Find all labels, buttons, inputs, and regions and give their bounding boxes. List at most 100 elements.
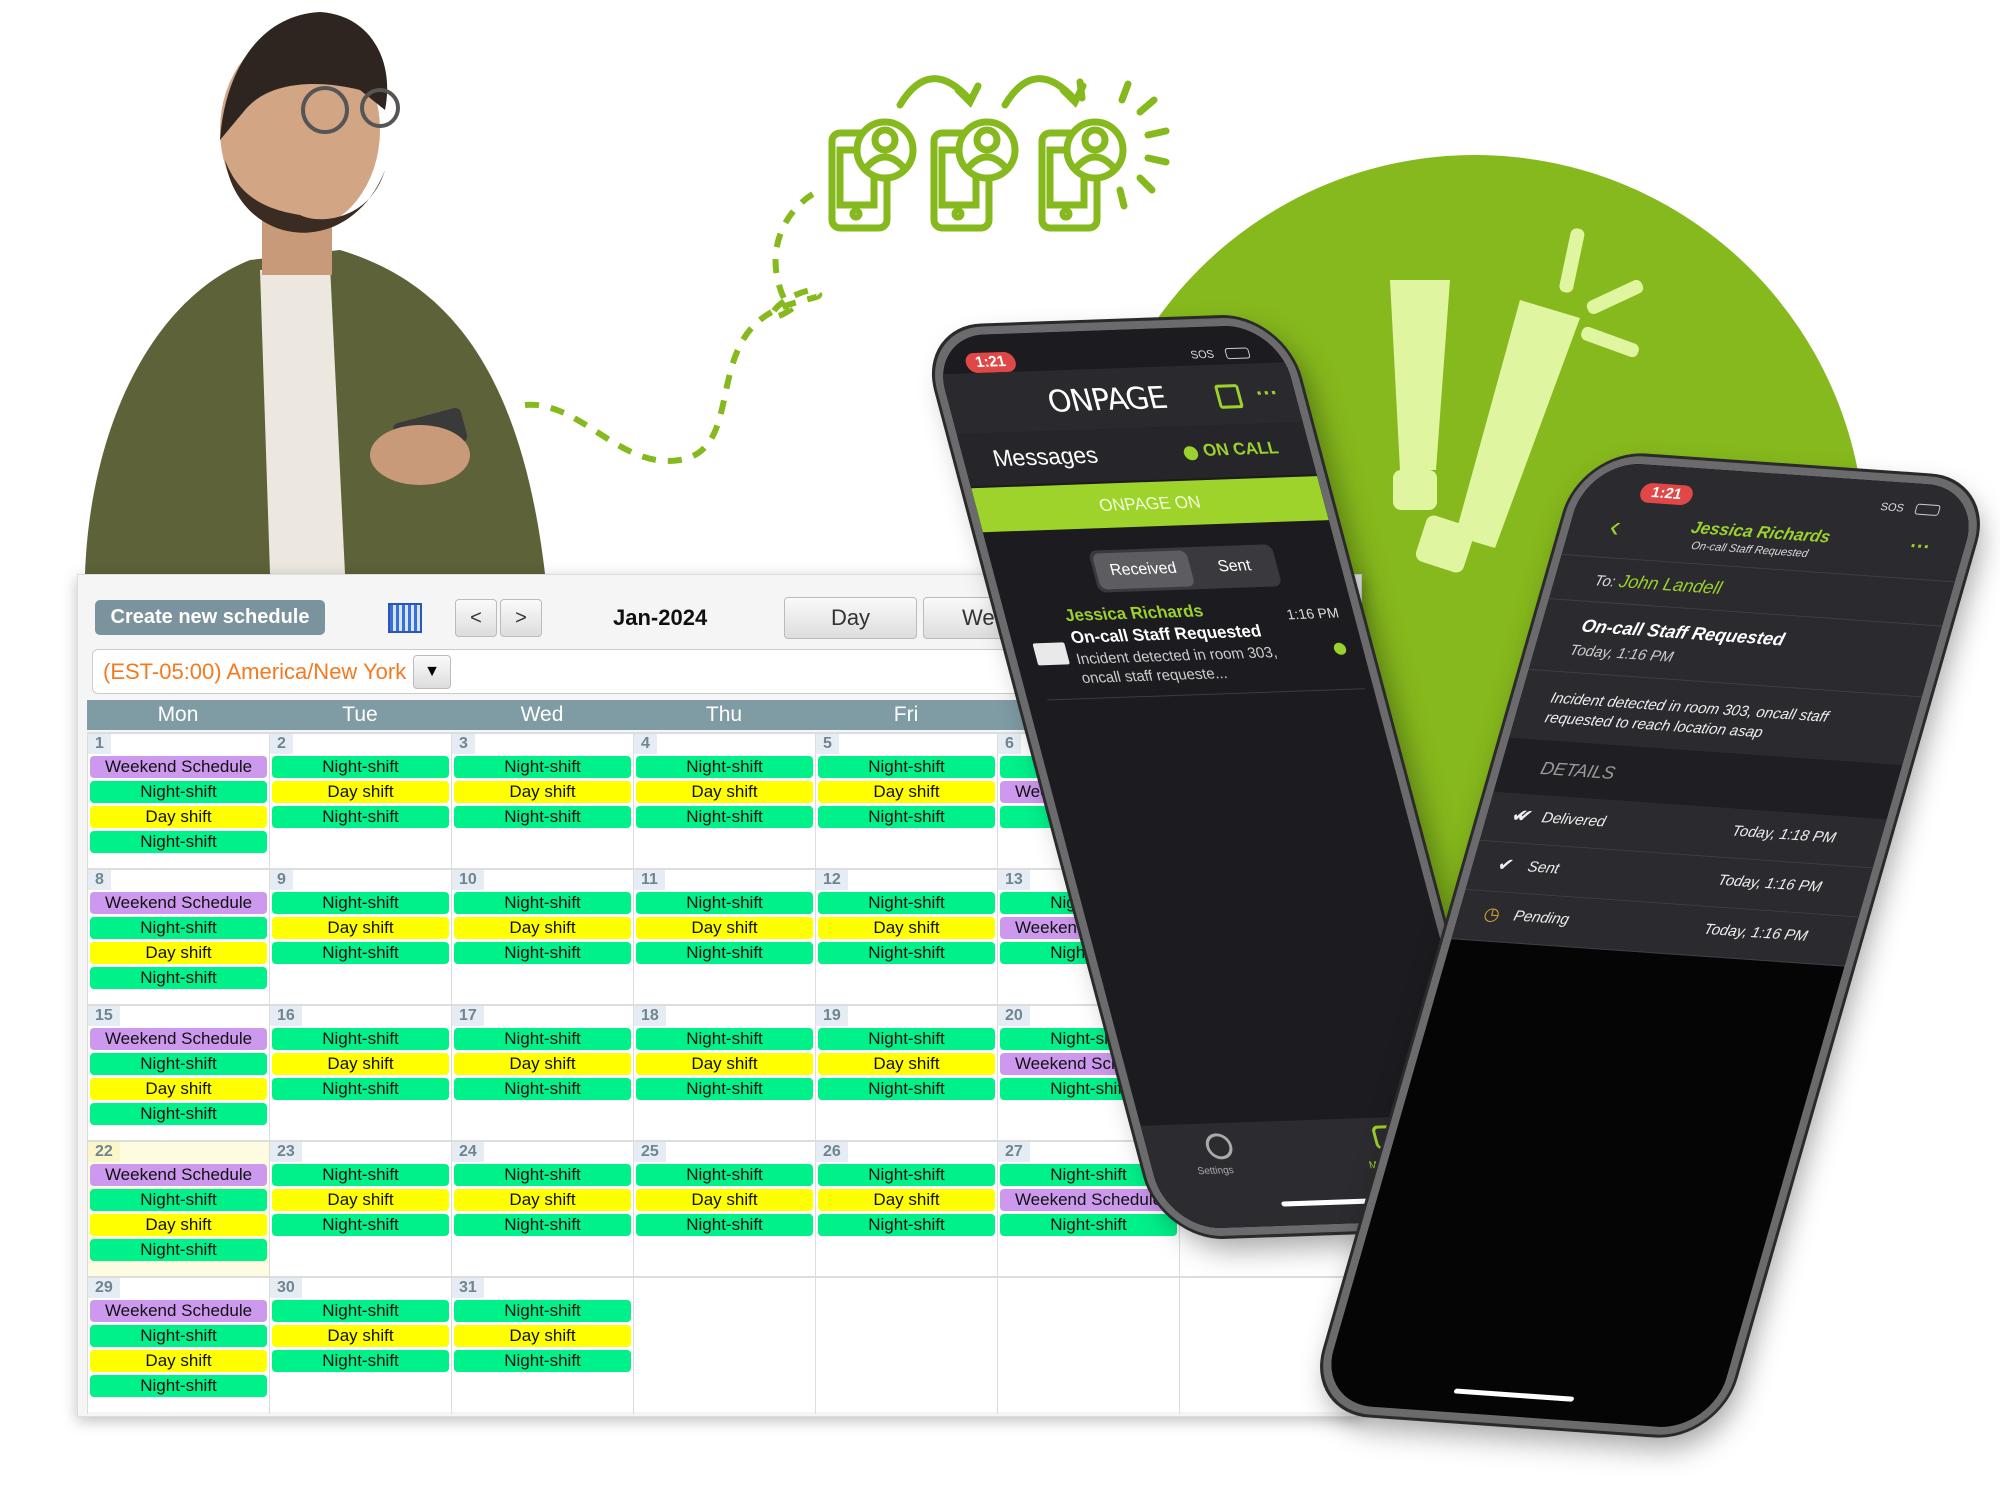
create-new-schedule-button[interactable]: Create new schedule — [95, 600, 325, 635]
night-shift-event[interactable]: Night-shift — [818, 942, 995, 964]
calendar-day-cell[interactable]: 17 Night-shift Day shift Night-shift — [451, 1006, 633, 1142]
night-shift-event[interactable]: Night-shift — [272, 942, 449, 964]
tab-sent[interactable]: Sent — [1193, 547, 1277, 586]
night-shift-event[interactable]: Night-shift — [272, 756, 449, 778]
night-shift-event[interactable]: Night-shift — [636, 1028, 813, 1050]
night-shift-event[interactable]: Night-shift — [272, 1214, 449, 1236]
night-shift-event[interactable]: Night-shift — [90, 1375, 267, 1397]
night-shift-event[interactable]: Night-shift — [818, 1164, 995, 1186]
night-shift-event[interactable]: Night-shift — [636, 942, 813, 964]
calendar-day-cell[interactable]: 23 Night-shift Day shift Night-shift — [269, 1142, 451, 1278]
day-shift-event[interactable]: Day shift — [272, 781, 449, 803]
day-shift-event[interactable]: Day shift — [818, 917, 995, 939]
calendar-day-cell[interactable]: 9 Night-shift Day shift Night-shift — [269, 870, 451, 1006]
night-shift-event[interactable]: Night-shift — [90, 831, 267, 853]
calendar-day-cell[interactable]: 15 Weekend Schedule Night-shift Day shift Ni… — [87, 1006, 269, 1142]
day-shift-event[interactable]: Day shift — [818, 1053, 995, 1075]
day-shift-event[interactable]: Day shift — [636, 917, 813, 939]
calendar-day-cell[interactable]: 19 Night-shift Day shift Night-shift — [815, 1006, 997, 1142]
night-shift-event[interactable]: Night-shift — [636, 892, 813, 914]
day-shift-event[interactable]: Day shift — [90, 1078, 267, 1100]
night-shift-event[interactable]: Night-shift — [90, 781, 267, 803]
night-shift-event[interactable]: Night-shift — [272, 892, 449, 914]
night-shift-event[interactable]: Night-shift — [454, 942, 631, 964]
night-shift-event[interactable]: Night-shift — [454, 1300, 631, 1322]
day-shift-event[interactable]: Day shift — [454, 1053, 631, 1075]
calendar-day-cell[interactable]: 24 Night-shift Day shift Night-shift — [451, 1142, 633, 1278]
night-shift-event[interactable]: Night-shift — [454, 892, 631, 914]
calendar-day-cell[interactable]: 5 Night-shift Day shift Night-shift — [815, 734, 997, 870]
night-shift-event[interactable]: Night-shift — [454, 756, 631, 778]
night-shift-event[interactable]: Night-shift — [272, 1028, 449, 1050]
next-month-button[interactable]: > — [500, 599, 542, 637]
day-shift-event[interactable]: Day shift — [272, 1053, 449, 1075]
night-shift-event[interactable]: Night-shift — [818, 892, 995, 914]
calendar-day-cell[interactable]: 22 Weekend Schedule Night-shift Day shift Ni… — [87, 1142, 269, 1278]
night-shift-event[interactable]: Night-shift — [272, 1164, 449, 1186]
night-shift-event[interactable]: Night-shift — [454, 1164, 631, 1186]
calendar-day-cell[interactable]: 10 Night-shift Day shift Night-shift — [451, 870, 633, 1006]
night-shift-event[interactable]: Night-shift — [90, 917, 267, 939]
night-shift-event[interactable]: Night-shift — [90, 1239, 267, 1261]
dropdown-arrow-icon[interactable]: ▼ — [413, 655, 451, 689]
calendar-day-cell[interactable]: 25 Night-shift Day shift Night-shift — [633, 1142, 815, 1278]
calendar-day-cell[interactable]: 12 Night-shift Day shift Night-shift — [815, 870, 997, 1006]
view-day-button[interactable]: Day — [784, 597, 917, 639]
day-shift-event[interactable]: Day shift — [90, 942, 267, 964]
day-shift-event[interactable]: Day shift — [818, 1189, 995, 1211]
calendar-day-cell[interactable]: 4 Night-shift Day shift Night-shift — [633, 734, 815, 870]
night-shift-event[interactable]: Night-shift — [818, 1214, 995, 1236]
night-shift-event[interactable]: Night-shift — [636, 1164, 813, 1186]
day-shift-event[interactable]: Day shift — [818, 781, 995, 803]
calendar-day-cell[interactable]: 29 Weekend Schedule Night-shift Day shift Ni… — [87, 1278, 269, 1414]
calendar-day-cell[interactable] — [633, 1278, 815, 1414]
night-shift-event[interactable]: Night-shift — [272, 806, 449, 828]
calendar-day-cell[interactable] — [815, 1278, 997, 1414]
calendar-picker-icon[interactable] — [388, 603, 422, 633]
night-shift-event[interactable]: Night-shift — [272, 1300, 449, 1322]
night-shift-event[interactable]: Night-shift — [90, 967, 267, 989]
night-shift-event[interactable]: Night-shift — [90, 1053, 267, 1075]
weekend-schedule-event[interactable]: Weekend Schedule — [90, 1028, 267, 1050]
day-shift-event[interactable]: Day shift — [454, 917, 631, 939]
night-shift-event[interactable]: Night-shift — [454, 1214, 631, 1236]
day-shift-event[interactable]: Day shift — [454, 781, 631, 803]
day-shift-event[interactable]: Day shift — [636, 1053, 813, 1075]
night-shift-event[interactable]: Night-shift — [818, 1028, 995, 1050]
weekend-schedule-event[interactable]: Weekend Schedule — [90, 1300, 267, 1322]
calendar-day-cell[interactable]: 3 Night-shift Day shift Night-shift — [451, 734, 633, 870]
day-shift-event[interactable]: Day shift — [272, 1189, 449, 1211]
night-shift-event[interactable]: Night-shift — [636, 756, 813, 778]
night-shift-event[interactable]: Night-shift — [1000, 1214, 1177, 1236]
calendar-day-cell[interactable]: 31 Night-shift Day shift Night-shift — [451, 1278, 633, 1414]
night-shift-event[interactable]: Night-shift — [454, 1078, 631, 1100]
day-shift-event[interactable]: Day shift — [454, 1189, 631, 1211]
calendar-day-cell[interactable]: 11 Night-shift Day shift Night-shift — [633, 870, 815, 1006]
day-shift-event[interactable]: Day shift — [454, 1325, 631, 1347]
day-shift-event[interactable]: Day shift — [636, 781, 813, 803]
day-shift-event[interactable]: Day shift — [272, 1325, 449, 1347]
night-shift-event[interactable]: Night-shift — [818, 756, 995, 778]
night-shift-event[interactable]: Night-shift — [636, 1214, 813, 1236]
night-shift-event[interactable]: Night-shift — [90, 1325, 267, 1347]
calendar-day-cell[interactable]: 16 Night-shift Day shift Night-shift — [269, 1006, 451, 1142]
night-shift-event[interactable]: Night-shift — [818, 806, 995, 828]
on-call-status[interactable]: ON CALL — [1201, 438, 1281, 461]
day-shift-event[interactable]: Day shift — [272, 917, 449, 939]
calendar-day-cell[interactable]: 26 Night-shift Day shift Night-shift — [815, 1142, 997, 1278]
day-shift-event[interactable]: Day shift — [90, 1350, 267, 1372]
day-shift-event[interactable]: Day shift — [90, 806, 267, 828]
calendar-day-cell[interactable]: 1 Weekend Schedule Night-shift Day shift Nig… — [87, 734, 269, 870]
day-shift-event[interactable]: Day shift — [636, 1189, 813, 1211]
prev-month-button[interactable]: < — [455, 599, 497, 637]
weekend-schedule-event[interactable]: Weekend Schedule — [90, 756, 267, 778]
tab-settings[interactable]: Settings — [1196, 1165, 1235, 1177]
night-shift-event[interactable]: Night-shift — [272, 1078, 449, 1100]
night-shift-event[interactable]: Night-shift — [454, 1350, 631, 1372]
calendar-day-cell[interactable]: 30 Night-shift Day shift Night-shift — [269, 1278, 451, 1414]
calendar-day-cell[interactable]: 8 Weekend Schedule Night-shift Day shift Nig… — [87, 870, 269, 1006]
night-shift-event[interactable]: Night-shift — [818, 1078, 995, 1100]
calendar-day-cell[interactable]: 2 Night-shift Day shift Night-shift — [269, 734, 451, 870]
night-shift-event[interactable]: Night-shift — [272, 1350, 449, 1372]
night-shift-event[interactable]: Night-shift — [636, 1078, 813, 1100]
